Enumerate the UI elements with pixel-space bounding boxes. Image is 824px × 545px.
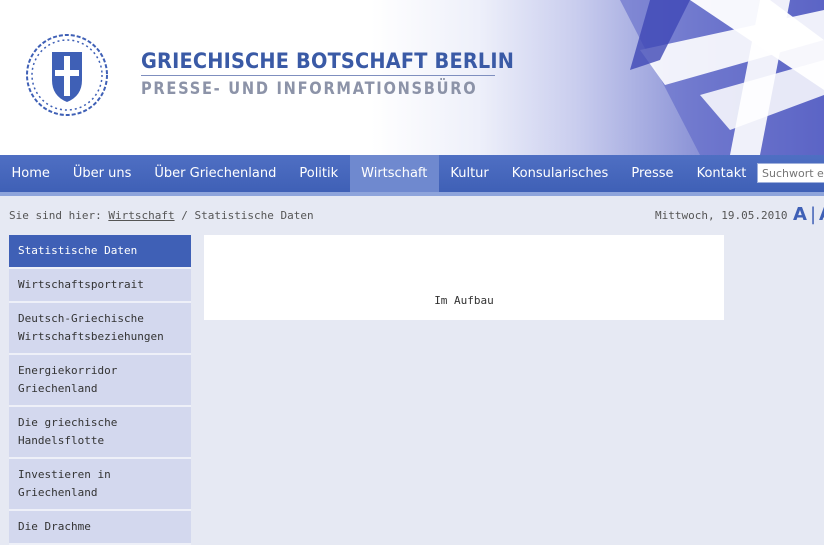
- greek-flag-icon: [620, 0, 824, 155]
- font-size-control: A|A: [793, 204, 824, 225]
- breadcrumb-link-wirtschaft[interactable]: Wirtschaft: [108, 209, 174, 222]
- sidebar: Statistische Daten Wirtschaftsportrait D…: [9, 235, 191, 545]
- sidebar-item-handelsflotte[interactable]: Die griechische Handelsflotte: [9, 407, 191, 459]
- breadcrumb-separator: /: [181, 209, 188, 222]
- nav-item-home[interactable]: Home: [0, 155, 61, 192]
- greek-coat-of-arms-icon: [26, 34, 108, 116]
- current-date: Mittwoch, 19.05.2010: [655, 209, 788, 222]
- nav-item-ueber-griechenland[interactable]: Über Griechenland: [143, 155, 288, 192]
- font-size-separator: |: [809, 204, 817, 225]
- nav-item-politik[interactable]: Politik: [288, 155, 350, 192]
- sidebar-item-drachme[interactable]: Die Drachme: [9, 511, 191, 545]
- nav-item-kontakt[interactable]: Kontakt: [685, 155, 758, 192]
- main-nav: Home Über uns Über Griechenland Politik …: [0, 155, 824, 196]
- sidebar-item-energiekorridor[interactable]: Energiekorridor Griechenland: [9, 355, 191, 407]
- nav-item-ueber-uns[interactable]: Über uns: [61, 155, 143, 192]
- site-subtitle: PRESSE- UND INFORMATIONSBÜRO: [141, 79, 478, 99]
- content-text: Im Aufbau: [434, 294, 494, 307]
- font-size-decrease-button[interactable]: A: [819, 204, 824, 225]
- search-input[interactable]: [757, 163, 824, 183]
- sidebar-item-statistische-daten[interactable]: Statistische Daten: [9, 235, 191, 269]
- breadcrumb-prefix: Sie sind hier:: [9, 209, 102, 222]
- nav-item-wirtschaft[interactable]: Wirtschaft: [349, 155, 439, 192]
- breadcrumb-current: Statistische Daten: [194, 209, 314, 222]
- breadcrumb: Sie sind hier: Wirtschaft / Statistische…: [9, 209, 314, 222]
- nav-item-kultur[interactable]: Kultur: [439, 155, 500, 192]
- site-header: GRIECHISCHE BOTSCHAFT BERLIN PRESSE- UND…: [0, 0, 824, 155]
- sidebar-item-deutsch-griechische[interactable]: Deutsch-Griechische Wirtschaftsbeziehung…: [9, 303, 191, 355]
- sidebar-item-wirtschaftsportrait[interactable]: Wirtschaftsportrait: [9, 269, 191, 303]
- main-content: Im Aufbau: [204, 235, 724, 320]
- nav-items: Home Über uns Über Griechenland Politik …: [0, 155, 758, 192]
- nav-item-presse[interactable]: Presse: [620, 155, 685, 192]
- title-divider: [141, 75, 495, 76]
- nav-item-konsularisches[interactable]: Konsularisches: [500, 155, 620, 192]
- sidebar-item-investieren[interactable]: Investieren in Griechenland: [9, 459, 191, 511]
- site-title: GRIECHISCHE BOTSCHAFT BERLIN: [141, 49, 515, 73]
- font-size-increase-button[interactable]: A: [793, 204, 807, 225]
